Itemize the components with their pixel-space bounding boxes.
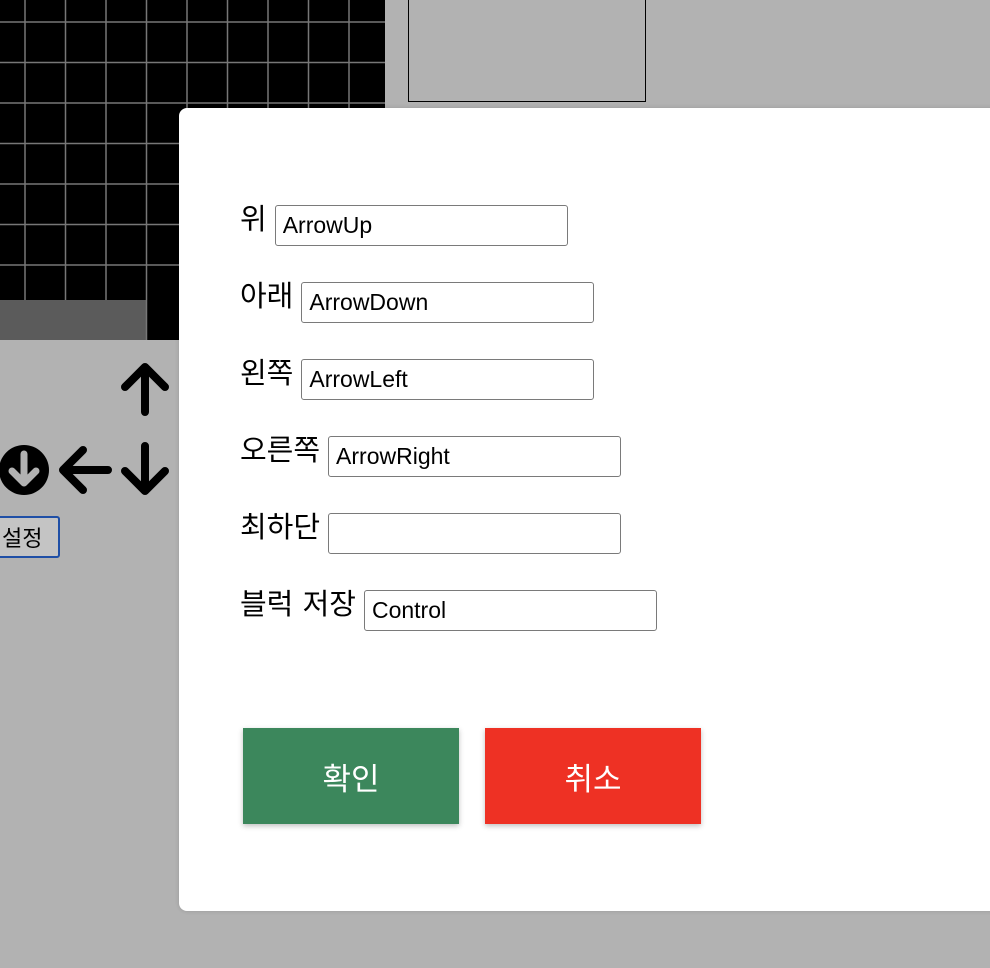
field-row-hard-drop: 최하단: [240, 510, 622, 554]
next-piece-preview: [408, 0, 646, 102]
circle-arrow-down-icon[interactable]: [0, 442, 50, 498]
field-row-left: 왼쪽: [240, 356, 595, 400]
hold-key-label: 블럭 저장: [240, 587, 356, 621]
right-key-input[interactable]: [328, 436, 622, 477]
filled-row-block: [0, 300, 146, 340]
hard-drop-key-label: 최하단: [240, 510, 321, 544]
field-row-down: 아래: [240, 279, 595, 323]
down-key-label: 아래: [240, 279, 294, 313]
arrow-up-icon[interactable]: [116, 360, 174, 418]
field-row-hold: 블럭 저장: [240, 587, 657, 631]
field-row-up: 위: [240, 202, 568, 246]
arrow-down-icon[interactable]: [116, 442, 174, 498]
right-key-label: 오른쪽: [240, 433, 321, 467]
hold-key-input[interactable]: [363, 590, 657, 631]
down-key-input[interactable]: [301, 282, 595, 323]
cancel-button[interactable]: 취소: [485, 728, 701, 824]
left-key-input[interactable]: [301, 359, 595, 400]
up-key-label: 위: [240, 202, 267, 236]
left-key-label: 왼쪽: [240, 356, 294, 390]
up-key-input[interactable]: [274, 205, 568, 246]
hard-drop-key-input[interactable]: [328, 513, 622, 554]
confirm-button[interactable]: 확인: [243, 728, 459, 824]
key-settings-dialog: 위 아래 왼쪽 오른쪽 최하단 블럭 저장 확인 취소: [179, 108, 990, 911]
field-row-right: 오른쪽: [240, 433, 622, 477]
arrow-left-icon[interactable]: [56, 442, 114, 498]
settings-button[interactable]: 설정: [0, 516, 60, 558]
